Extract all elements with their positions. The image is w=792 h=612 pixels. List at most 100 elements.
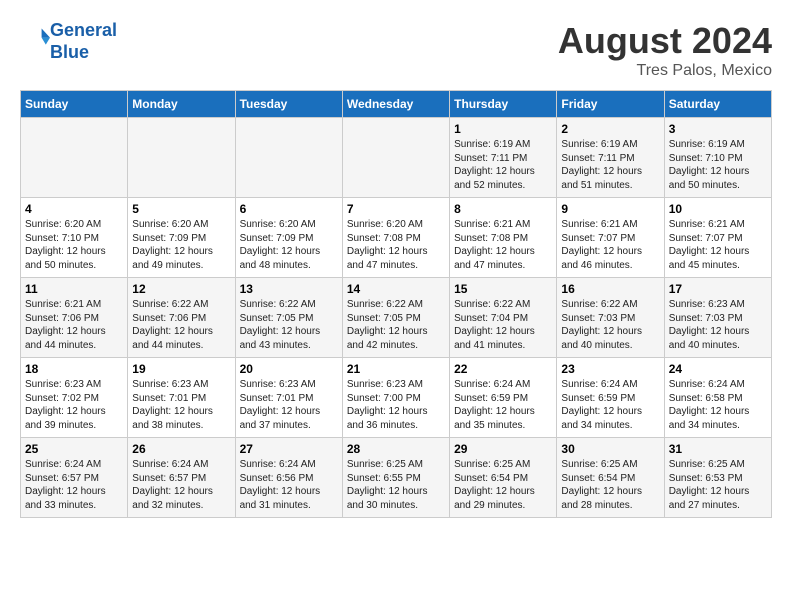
day-info: Sunrise: 6:25 AM Sunset: 6:54 PM Dayligh… bbox=[454, 458, 552, 512]
calendar-week-row: 11 Sunrise: 6:21 AM Sunset: 7:06 PM Dayli… bbox=[21, 278, 772, 358]
day-number: 17 bbox=[669, 282, 767, 296]
calendar-cell: 9 Sunrise: 6:21 AM Sunset: 7:07 PM Daylig… bbox=[557, 198, 664, 278]
title-block: August 2024 Tres Palos, Mexico bbox=[558, 20, 772, 80]
day-info: Sunrise: 6:24 AM Sunset: 6:59 PM Dayligh… bbox=[561, 378, 659, 432]
calendar-cell: 23Sunrise: 6:24 AM Sunset: 6:59 PM Dayli… bbox=[557, 358, 664, 438]
day-number: 1 bbox=[454, 122, 552, 136]
calendar-week-row: 18 Sunrise: 6:23 AM Sunset: 7:02 PM Dayli… bbox=[21, 358, 772, 438]
weekday-header-thursday: Thursday bbox=[450, 91, 557, 118]
calendar-cell: 26 Sunrise: 6:24 AM Sunset: 6:57 PM Dayli… bbox=[128, 438, 235, 518]
calendar-cell: 1 Sunrise: 6:19 AM Sunset: 7:11 PM Daylig… bbox=[450, 118, 557, 198]
day-info: Sunrise: 6:19 AM Sunset: 7:10 PM Dayligh… bbox=[669, 138, 767, 192]
calendar-cell: 29 Sunrise: 6:25 AM Sunset: 6:54 PM Dayli… bbox=[450, 438, 557, 518]
day-info: Sunrise: 6:23 AM Sunset: 7:02 PM Dayligh… bbox=[25, 378, 123, 432]
logo: General Blue bbox=[20, 20, 117, 63]
calendar-cell: 28 Sunrise: 6:25 AM Sunset: 6:55 PM Dayli… bbox=[342, 438, 449, 518]
calendar-cell bbox=[235, 118, 342, 198]
calendar-cell bbox=[128, 118, 235, 198]
weekday-header-saturday: Saturday bbox=[664, 91, 771, 118]
day-number: 8 bbox=[454, 202, 552, 216]
day-info: Sunrise: 6:21 AM Sunset: 7:06 PM Dayligh… bbox=[25, 298, 123, 352]
day-info: Sunrise: 6:24 AM Sunset: 6:56 PM Dayligh… bbox=[240, 458, 338, 512]
calendar-cell: 19Sunrise: 6:23 AM Sunset: 7:01 PM Dayli… bbox=[128, 358, 235, 438]
day-number: 27 bbox=[240, 442, 338, 456]
weekday-header-sunday: Sunday bbox=[21, 91, 128, 118]
day-info: Sunrise: 6:23 AM Sunset: 7:00 PM Dayligh… bbox=[347, 378, 445, 432]
day-number: 9 bbox=[561, 202, 659, 216]
day-number: 19 bbox=[132, 362, 230, 376]
calendar-cell: 6 Sunrise: 6:20 AM Sunset: 7:09 PM Daylig… bbox=[235, 198, 342, 278]
day-info: Sunrise: 6:22 AM Sunset: 7:04 PM Dayligh… bbox=[454, 298, 552, 352]
day-info: Sunrise: 6:25 AM Sunset: 6:55 PM Dayligh… bbox=[347, 458, 445, 512]
day-number: 12 bbox=[132, 282, 230, 296]
logo-icon bbox=[22, 25, 50, 53]
calendar-cell: 13 Sunrise: 6:22 AM Sunset: 7:05 PM Dayli… bbox=[235, 278, 342, 358]
calendar-week-row: 4Sunrise: 6:20 AM Sunset: 7:10 PM Daylig… bbox=[21, 198, 772, 278]
calendar-cell: 14 Sunrise: 6:22 AM Sunset: 7:05 PM Dayli… bbox=[342, 278, 449, 358]
calendar-cell: 31 Sunrise: 6:25 AM Sunset: 6:53 PM Dayli… bbox=[664, 438, 771, 518]
calendar-cell bbox=[342, 118, 449, 198]
day-info: Sunrise: 6:20 AM Sunset: 7:09 PM Dayligh… bbox=[240, 218, 338, 272]
day-info: Sunrise: 6:25 AM Sunset: 6:53 PM Dayligh… bbox=[669, 458, 767, 512]
page-title: August 2024 bbox=[558, 20, 772, 62]
calendar-cell: 8 Sunrise: 6:21 AM Sunset: 7:08 PM Daylig… bbox=[450, 198, 557, 278]
day-number: 2 bbox=[561, 122, 659, 136]
logo-text: General Blue bbox=[50, 20, 117, 63]
day-number: 15 bbox=[454, 282, 552, 296]
day-number: 20 bbox=[240, 362, 338, 376]
day-number: 29 bbox=[454, 442, 552, 456]
day-number: 6 bbox=[240, 202, 338, 216]
day-info: Sunrise: 6:19 AM Sunset: 7:11 PM Dayligh… bbox=[454, 138, 552, 192]
calendar-cell: 17Sunrise: 6:23 AM Sunset: 7:03 PM Dayli… bbox=[664, 278, 771, 358]
day-number: 14 bbox=[347, 282, 445, 296]
calendar-week-row: 1 Sunrise: 6:19 AM Sunset: 7:11 PM Daylig… bbox=[21, 118, 772, 198]
day-number: 31 bbox=[669, 442, 767, 456]
day-number: 28 bbox=[347, 442, 445, 456]
calendar-cell: 10Sunrise: 6:21 AM Sunset: 7:07 PM Dayli… bbox=[664, 198, 771, 278]
day-number: 13 bbox=[240, 282, 338, 296]
day-info: Sunrise: 6:20 AM Sunset: 7:09 PM Dayligh… bbox=[132, 218, 230, 272]
day-info: Sunrise: 6:22 AM Sunset: 7:05 PM Dayligh… bbox=[347, 298, 445, 352]
calendar-cell: 25Sunrise: 6:24 AM Sunset: 6:57 PM Dayli… bbox=[21, 438, 128, 518]
weekday-header-friday: Friday bbox=[557, 91, 664, 118]
day-info: Sunrise: 6:25 AM Sunset: 6:54 PM Dayligh… bbox=[561, 458, 659, 512]
day-number: 16 bbox=[561, 282, 659, 296]
day-number: 18 bbox=[25, 362, 123, 376]
calendar-cell: 18 Sunrise: 6:23 AM Sunset: 7:02 PM Dayli… bbox=[21, 358, 128, 438]
day-info: Sunrise: 6:21 AM Sunset: 7:07 PM Dayligh… bbox=[561, 218, 659, 272]
day-number: 26 bbox=[132, 442, 230, 456]
weekday-header-monday: Monday bbox=[128, 91, 235, 118]
day-info: Sunrise: 6:24 AM Sunset: 6:58 PM Dayligh… bbox=[669, 378, 767, 432]
day-info: Sunrise: 6:23 AM Sunset: 7:01 PM Dayligh… bbox=[240, 378, 338, 432]
calendar-cell: 11 Sunrise: 6:21 AM Sunset: 7:06 PM Dayli… bbox=[21, 278, 128, 358]
page-header: General Blue August 2024 Tres Palos, Mex… bbox=[20, 20, 772, 80]
day-number: 7 bbox=[347, 202, 445, 216]
calendar-cell bbox=[21, 118, 128, 198]
calendar-cell: 24 Sunrise: 6:24 AM Sunset: 6:58 PM Dayli… bbox=[664, 358, 771, 438]
calendar-cell: 16 Sunrise: 6:22 AM Sunset: 7:03 PM Dayli… bbox=[557, 278, 664, 358]
calendar-week-row: 25Sunrise: 6:24 AM Sunset: 6:57 PM Dayli… bbox=[21, 438, 772, 518]
calendar-cell: 5 Sunrise: 6:20 AM Sunset: 7:09 PM Daylig… bbox=[128, 198, 235, 278]
calendar-cell: 30Sunrise: 6:25 AM Sunset: 6:54 PM Dayli… bbox=[557, 438, 664, 518]
day-info: Sunrise: 6:21 AM Sunset: 7:07 PM Dayligh… bbox=[669, 218, 767, 272]
day-number: 22 bbox=[454, 362, 552, 376]
day-info: Sunrise: 6:21 AM Sunset: 7:08 PM Dayligh… bbox=[454, 218, 552, 272]
calendar-cell: 7Sunrise: 6:20 AM Sunset: 7:08 PM Daylig… bbox=[342, 198, 449, 278]
calendar-cell: 3 Sunrise: 6:19 AM Sunset: 7:10 PM Daylig… bbox=[664, 118, 771, 198]
day-info: Sunrise: 6:19 AM Sunset: 7:11 PM Dayligh… bbox=[561, 138, 659, 192]
day-number: 5 bbox=[132, 202, 230, 216]
day-number: 24 bbox=[669, 362, 767, 376]
day-info: Sunrise: 6:24 AM Sunset: 6:57 PM Dayligh… bbox=[132, 458, 230, 512]
calendar-cell: 21Sunrise: 6:23 AM Sunset: 7:00 PM Dayli… bbox=[342, 358, 449, 438]
day-info: Sunrise: 6:22 AM Sunset: 7:03 PM Dayligh… bbox=[561, 298, 659, 352]
calendar-cell: 2 Sunrise: 6:19 AM Sunset: 7:11 PM Daylig… bbox=[557, 118, 664, 198]
weekday-header-tuesday: Tuesday bbox=[235, 91, 342, 118]
calendar-cell: 12Sunrise: 6:22 AM Sunset: 7:06 PM Dayli… bbox=[128, 278, 235, 358]
day-info: Sunrise: 6:22 AM Sunset: 7:05 PM Dayligh… bbox=[240, 298, 338, 352]
day-info: Sunrise: 6:24 AM Sunset: 6:59 PM Dayligh… bbox=[454, 378, 552, 432]
day-number: 3 bbox=[669, 122, 767, 136]
calendar-cell: 4Sunrise: 6:20 AM Sunset: 7:10 PM Daylig… bbox=[21, 198, 128, 278]
day-info: Sunrise: 6:20 AM Sunset: 7:10 PM Dayligh… bbox=[25, 218, 123, 272]
day-number: 11 bbox=[25, 282, 123, 296]
calendar-cell: 20 Sunrise: 6:23 AM Sunset: 7:01 PM Dayli… bbox=[235, 358, 342, 438]
